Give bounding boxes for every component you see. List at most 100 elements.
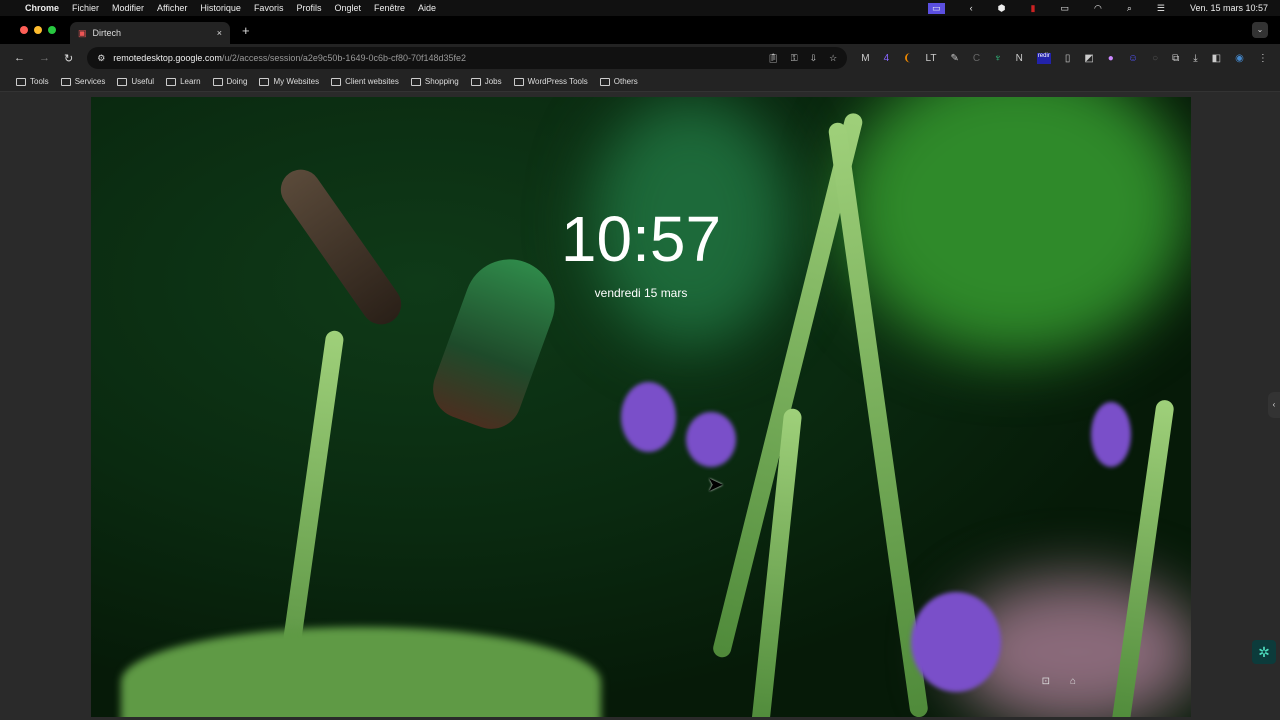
- wifi-icon[interactable]: ◠: [1094, 3, 1102, 14]
- forward-button[interactable]: →: [39, 52, 50, 64]
- bookmark-star-icon[interactable]: ☆: [829, 53, 837, 64]
- close-window-button[interactable]: [20, 26, 28, 34]
- bookmark-label: Services: [74, 77, 106, 86]
- search-icon[interactable]: ⌕: [1127, 3, 1132, 14]
- folder-icon: [166, 77, 177, 86]
- folder-icon: [259, 77, 270, 86]
- menu-modifier[interactable]: Modifier: [112, 3, 144, 13]
- password-key-icon[interactable]: ⚿: [791, 53, 798, 64]
- accessibility-icon[interactable]: ⌂: [1070, 676, 1076, 687]
- menubar-clock[interactable]: Ven. 15 mars 10:57: [1190, 3, 1268, 13]
- url-host: remotedesktop.google.com: [113, 53, 222, 63]
- tab-strip: ▣ Dirtech × + ⌄: [0, 16, 1280, 44]
- side-panel-icon[interactable]: ◧: [1212, 53, 1221, 64]
- bookmark-label: Useful: [131, 77, 155, 86]
- purple-flower: [911, 592, 1001, 692]
- extension-lt-icon[interactable]: LT: [926, 53, 937, 64]
- site-info-icon[interactable]: ⚙: [97, 53, 105, 64]
- red-app-icon[interactable]: ▮: [1030, 3, 1035, 14]
- tab-title: Dirtech: [92, 28, 122, 38]
- assistant-icon[interactable]: ✲: [1252, 640, 1276, 664]
- extension-redir-icon[interactable]: redir: [1036, 52, 1051, 64]
- profile-avatar[interactable]: ◉: [1235, 53, 1244, 64]
- browser-toolbar: ← → ↻ ⚙ remotedesktop.google.com /u/2/ac…: [0, 44, 1280, 72]
- purple-flower: [1091, 402, 1131, 467]
- bookmark-folder[interactable]: Learn: [166, 77, 201, 86]
- extensions-puzzle-icon[interactable]: ⧉: [1172, 53, 1179, 64]
- bookmark-folder[interactable]: Shopping: [410, 77, 459, 86]
- remote-desktop-viewport[interactable]: 10:57 vendredi 15 mars ⊡ ⌂ ➤ ‹ ✲: [0, 92, 1280, 720]
- eyedropper-icon[interactable]: ✎: [950, 53, 958, 64]
- bookmark-folder[interactable]: Client websites: [331, 77, 399, 86]
- menu-afficher[interactable]: Afficher: [157, 3, 187, 13]
- extension-slash-icon[interactable]: ◩: [1084, 53, 1093, 64]
- bookmark-label: Jobs: [484, 77, 502, 86]
- shield-icon[interactable]: ⬢: [998, 3, 1006, 14]
- extension-runner-icon[interactable]: ♆: [994, 53, 1002, 64]
- menu-profils[interactable]: Profils: [296, 3, 321, 13]
- extension-ring-icon[interactable]: ○: [1152, 53, 1158, 64]
- notion-icon[interactable]: N: [1016, 53, 1023, 64]
- bookmark-label: Others: [613, 77, 638, 86]
- battery-icon[interactable]: ▭: [1060, 3, 1069, 14]
- control-center-icon[interactable]: ☰: [1157, 3, 1165, 14]
- bookmark-folder[interactable]: Doing: [212, 77, 248, 86]
- tab-dirtech[interactable]: ▣ Dirtech ×: [70, 22, 230, 44]
- folder-icon: [331, 77, 342, 86]
- extension-smile-icon[interactable]: ☺: [1128, 53, 1138, 64]
- remote-lock-screen[interactable]: 10:57 vendredi 15 mars ⊡ ⌂ ➤: [91, 97, 1191, 717]
- extension-badge-count: 4: [883, 52, 890, 64]
- extensions-area: M 4 ❨ LT ✎ C ♆ N redir ▯ ◩ ● ☺ ○ ⧉ ⤓ ◧ ◉…: [861, 52, 1268, 64]
- extension-c-icon[interactable]: C: [973, 53, 980, 64]
- menu-fichier[interactable]: Fichier: [72, 3, 99, 13]
- extension-m-icon[interactable]: M: [861, 53, 869, 64]
- bookmark-folder[interactable]: My Websites: [259, 77, 319, 86]
- menu-onglet[interactable]: Onglet: [334, 3, 361, 13]
- close-tab-icon[interactable]: ×: [217, 28, 222, 38]
- bookmark-folder[interactable]: Others: [599, 77, 638, 86]
- bookmark-folder[interactable]: Jobs: [470, 77, 502, 86]
- remote-options-handle[interactable]: ‹: [1268, 392, 1280, 418]
- bookmark-folder[interactable]: Tools: [16, 77, 49, 86]
- maximize-window-button[interactable]: [48, 26, 56, 34]
- menu-favoris[interactable]: Favoris: [254, 3, 284, 13]
- bookmark-label: My Websites: [273, 77, 320, 86]
- bookmark-folder[interactable]: Services: [60, 77, 106, 86]
- extension-badge-icon[interactable]: 4: [884, 53, 890, 64]
- new-tab-button[interactable]: +: [242, 23, 250, 38]
- network-status-icon[interactable]: ⊡: [1042, 676, 1050, 687]
- bookmark-label: Client websites: [345, 77, 399, 86]
- bookmark-label: Doing: [226, 77, 248, 86]
- bookmark-label: Shopping: [424, 77, 459, 86]
- folder-icon: [599, 77, 610, 86]
- folder-icon: [212, 77, 223, 86]
- bookmark-folder[interactable]: Useful: [117, 77, 154, 86]
- folder-icon: [513, 77, 524, 86]
- chevron-left-icon[interactable]: ‹: [970, 3, 973, 13]
- bookmarks-bar: Tools Services Useful Learn Doing My Websites…: [0, 72, 1280, 92]
- reload-button[interactable]: ↻: [64, 52, 73, 65]
- menu-historique[interactable]: Historique: [200, 3, 241, 13]
- chrome-menu-icon[interactable]: ⋮: [1258, 53, 1268, 64]
- minimize-window-button[interactable]: [34, 26, 42, 34]
- screen-share-icon[interactable]: ▭: [928, 2, 945, 14]
- menu-aide[interactable]: Aide: [418, 3, 436, 13]
- tab-search-button[interactable]: ⌄: [1252, 22, 1268, 38]
- mouse-cursor: ➤: [707, 474, 724, 496]
- back-button[interactable]: ←: [14, 52, 25, 64]
- menu-app-name[interactable]: Chrome: [25, 3, 59, 13]
- clipboard-icon[interactable]: 📋︎: [767, 53, 778, 64]
- macos-menubar: Chrome Fichier Modifier Afficher Histori…: [0, 0, 1280, 16]
- extension-flame-icon[interactable]: ❨: [903, 53, 911, 64]
- folder-icon: [470, 77, 481, 86]
- extension-orb-icon[interactable]: ●: [1108, 53, 1114, 64]
- extension-phone-icon[interactable]: ▯: [1065, 53, 1071, 64]
- folder-icon: [410, 77, 421, 86]
- download-icon[interactable]: ⤓: [1193, 53, 1197, 64]
- bookmark-label: WordPress Tools: [527, 77, 588, 86]
- bookmark-folder[interactable]: WordPress Tools: [513, 77, 588, 86]
- menu-fenetre[interactable]: Fenêtre: [374, 3, 405, 13]
- purple-flower: [621, 382, 676, 452]
- address-bar[interactable]: ⚙ remotedesktop.google.com /u/2/access/s…: [87, 47, 848, 69]
- install-app-icon[interactable]: ⇩: [810, 53, 818, 64]
